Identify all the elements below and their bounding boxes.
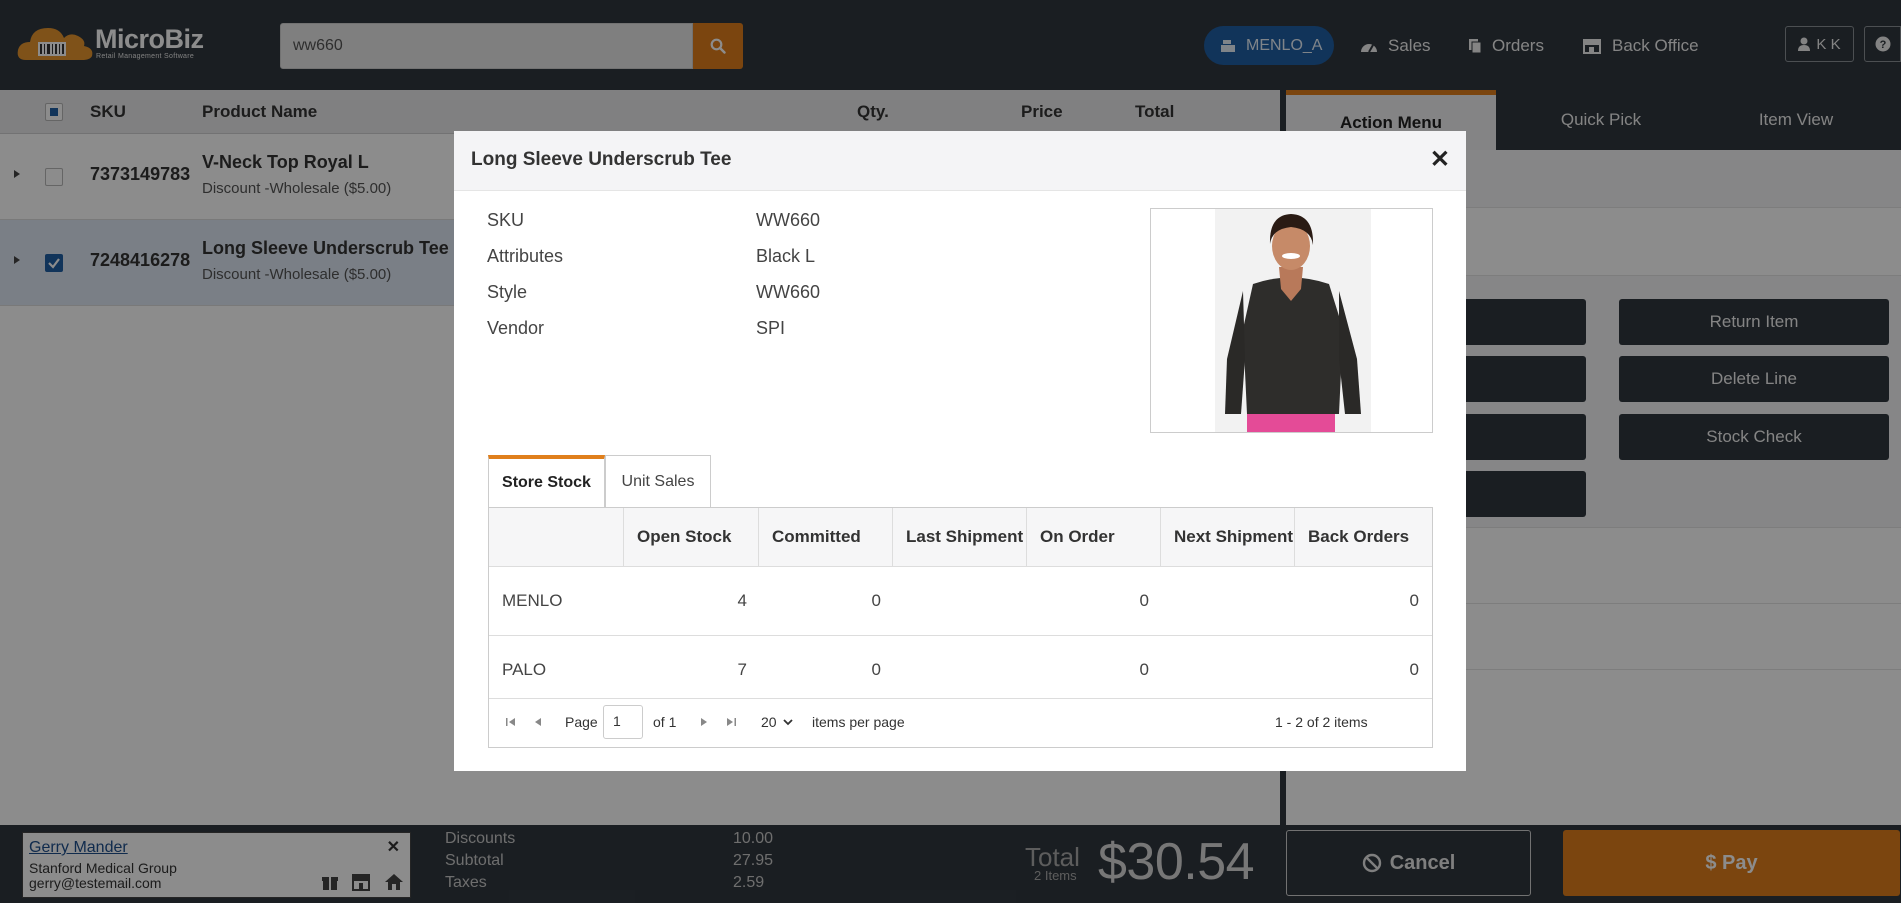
stock-cell-back-orders: 0 (1409, 591, 1419, 610)
modal-title: Long Sleeve Underscrub Tee (471, 149, 732, 170)
stock-cell-open: 7 (737, 660, 747, 679)
store-stock-table: Open Stock Committed Last Shipment On Or… (488, 507, 1433, 748)
field-label-vendor: Vendor (487, 318, 545, 338)
stock-col-committed[interactable]: Committed (759, 508, 893, 566)
tab-unit-sales[interactable]: Unit Sales (605, 455, 711, 507)
field-label-style: Style (487, 282, 528, 302)
page-number-input[interactable]: 1 (603, 705, 643, 739)
stock-cell-committed: 0 (871, 660, 881, 679)
stock-cell-on-order: 0 (1139, 660, 1149, 679)
field-value-vendor: SPI (756, 318, 786, 338)
stock-col-open-stock[interactable]: Open Stock (624, 508, 759, 566)
next-page-icon[interactable] (699, 717, 709, 727)
page-count-label: of 1 (653, 714, 677, 730)
stock-cell-back-orders: 0 (1409, 660, 1419, 679)
stock-col-back-orders[interactable]: Back Orders (1295, 508, 1432, 566)
stock-cell-last-shipment (893, 636, 1015, 704)
stock-cell-last-shipment (893, 567, 1015, 635)
previous-page-icon[interactable] (533, 717, 543, 727)
stock-cell-open: 4 (737, 591, 747, 610)
page-label: Page (565, 714, 598, 730)
close-icon[interactable]: ✕ (1430, 145, 1450, 174)
items-per-page-label: items per page (812, 714, 905, 730)
field-value-style: WW660 (756, 282, 821, 302)
item-detail-modal: Long Sleeve Underscrub Tee ✕ SKU WW660 A… (454, 131, 1466, 771)
stock-cell-next-shipment (1161, 636, 1283, 704)
last-page-icon[interactable] (725, 717, 737, 727)
items-per-page-select[interactable]: 20 (761, 707, 805, 737)
modal-header: Long Sleeve Underscrub Tee ✕ (454, 131, 1466, 191)
stock-col-store (489, 508, 624, 566)
first-page-icon[interactable] (505, 717, 517, 727)
items-per-page-value: 20 (761, 714, 777, 730)
field-value-attributes: Black L (756, 246, 816, 266)
pagination-range: 1 - 2 of 2 items (1275, 714, 1368, 730)
stock-cell-on-order: 0 (1139, 591, 1149, 610)
stock-col-next-shipment[interactable]: Next Shipment (1161, 508, 1295, 566)
stock-col-last-shipment[interactable]: Last Shipment (893, 508, 1027, 566)
field-value-sku: WW660 (756, 210, 821, 230)
stock-cell-store: MENLO (502, 591, 563, 610)
stock-cell-committed: 0 (871, 591, 881, 610)
field-label-sku: SKU (487, 210, 525, 230)
stock-cell-next-shipment (1161, 567, 1283, 635)
stock-col-on-order[interactable]: On Order (1027, 508, 1161, 566)
tab-store-stock[interactable]: Store Stock (488, 455, 605, 507)
field-label-attributes: Attributes (487, 246, 564, 266)
product-photo (1150, 208, 1433, 433)
pagination-bar: Page 1 of 1 20 items per page 1 - 2 of 2… (489, 699, 1432, 747)
chevron-down-icon (782, 718, 793, 725)
stock-cell-store: PALO (502, 660, 547, 679)
